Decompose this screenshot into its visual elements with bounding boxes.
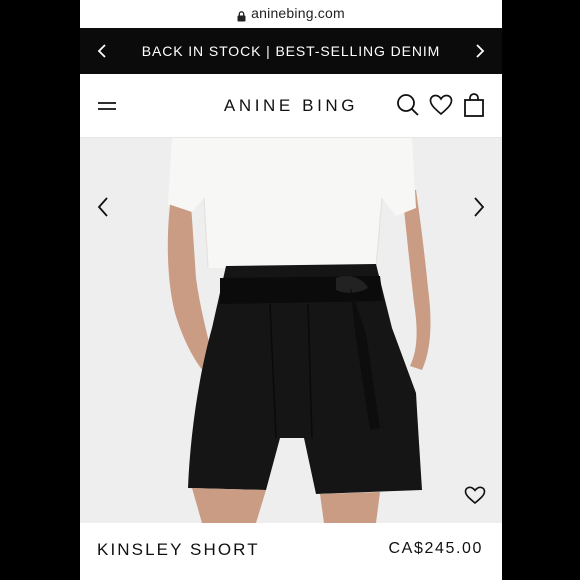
product-name: KINSLEY SHORT [97, 540, 260, 559]
gallery-next-chevron-right-icon[interactable] [466, 194, 490, 220]
menu-icon[interactable] [96, 96, 118, 116]
site-header: ANINE BING [80, 74, 502, 138]
url-text: aninebing.com [251, 5, 345, 21]
product-image-gallery[interactable] [80, 138, 502, 523]
bag-icon[interactable] [462, 92, 486, 118]
promo-text[interactable]: BACK IN STOCK | BEST-SELLING DENIM [142, 43, 441, 59]
promo-next-chevron-right-icon[interactable] [460, 28, 500, 74]
wishlist-heart-icon[interactable] [464, 485, 486, 505]
header-actions [396, 92, 486, 118]
promo-banner[interactable]: BACK IN STOCK | BEST-SELLING DENIM [80, 28, 502, 74]
lock-icon [237, 9, 246, 21]
product-photo [80, 138, 502, 523]
search-icon[interactable] [396, 92, 420, 118]
phone-screen: aninebing.com BACK IN STOCK | BEST-SELLI… [80, 0, 502, 580]
product-price: CA$245.00 [388, 540, 483, 557]
product-info-bar: KINSLEY SHORT CA$245.00 [80, 523, 502, 580]
address-bar[interactable]: aninebing.com [80, 0, 502, 26]
gallery-prev-chevron-left-icon[interactable] [92, 194, 116, 220]
heart-icon[interactable] [429, 92, 453, 118]
promo-prev-chevron-left-icon[interactable] [82, 28, 122, 74]
